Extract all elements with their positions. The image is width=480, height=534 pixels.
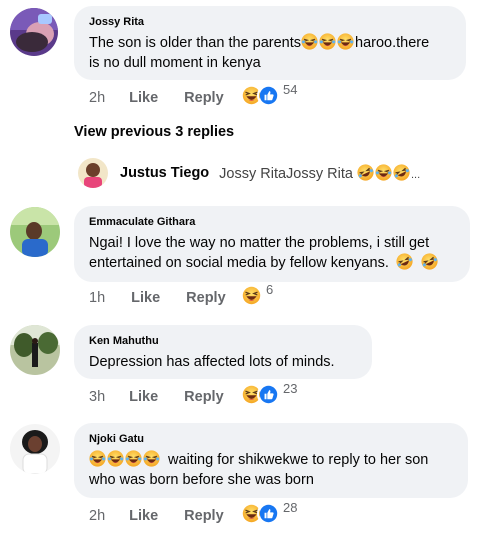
- laughing-emoji-icon: [337, 33, 354, 50]
- reply-button[interactable]: Reply: [184, 508, 224, 524]
- comment-bubble: Jossy Rita The son is older than the par…: [74, 6, 466, 80]
- like-button[interactable]: Like: [129, 90, 158, 106]
- like-button[interactable]: Like: [129, 389, 158, 405]
- reaction-count: 23: [283, 381, 298, 396]
- like-button[interactable]: Like: [129, 508, 158, 524]
- comment-text-line: who was born before she was born: [89, 472, 314, 488]
- reaction-count: 28: [283, 500, 298, 515]
- comment-text: Ngai! I love the way no matter the probl…: [89, 233, 456, 273]
- comment-text: waiting for shikwekwe to reply to her so…: [89, 450, 454, 490]
- like-button[interactable]: Like: [131, 290, 160, 306]
- laughing-emoji-icon: [89, 450, 106, 467]
- comment-text: Depression has affected lots of minds.: [89, 352, 358, 372]
- ellipsis: ...: [410, 169, 421, 181]
- comment-actions: 1h Like Reply: [89, 290, 226, 306]
- comment-actions: 2h Like Reply: [89, 508, 224, 524]
- reaction-count: 6: [266, 282, 274, 297]
- laughing-emoji-icon: [240, 284, 263, 307]
- comment-time[interactable]: 2h: [89, 508, 105, 524]
- reply-preview[interactable]: Justus Tiego Jossy RitaJossy Rita ...: [78, 158, 478, 188]
- comment-author[interactable]: Njoki Gatu: [89, 432, 454, 446]
- rolling-laughing-emoji-icon: [396, 253, 413, 270]
- comment-actions: 2h Like Reply: [89, 90, 224, 106]
- reaction-summary[interactable]: 6: [240, 282, 274, 307]
- avatar[interactable]: [10, 207, 60, 257]
- laughing-emoji-icon: [375, 164, 392, 181]
- comment-bubble: Njoki Gatu waiting for shikwekwe to repl…: [74, 423, 468, 498]
- comment-text-line: Depression has affected lots of minds.: [89, 354, 335, 370]
- comment-text-line: entertained on social media by fellow ke…: [89, 255, 389, 271]
- avatar[interactable]: [10, 325, 60, 375]
- thumbs-up-icon: [257, 383, 280, 406]
- reply-button[interactable]: Reply: [186, 290, 226, 306]
- rolling-laughing-emoji-icon: [421, 253, 438, 270]
- comment-text-line: The son is older than the parents: [89, 35, 301, 51]
- comment-time[interactable]: 2h: [89, 90, 105, 106]
- avatar[interactable]: [78, 158, 108, 188]
- laughing-emoji-icon: [301, 33, 318, 50]
- thumbs-up-icon: [257, 502, 280, 525]
- laughing-emoji-icon: [107, 450, 124, 467]
- reply-button[interactable]: Reply: [184, 90, 224, 106]
- laughing-emoji-icon: [143, 450, 160, 467]
- reply-text: Jossy RitaJossy Rita ...: [219, 164, 420, 182]
- reply-author[interactable]: Justus Tiego: [120, 165, 209, 181]
- comment-author[interactable]: Ken Mahuthu: [89, 334, 358, 348]
- reply-text-content: Jossy RitaJossy Rita: [219, 166, 353, 182]
- view-previous-replies[interactable]: View previous 3 replies: [74, 124, 234, 140]
- comment-text-line: waiting for shikwekwe to reply to her so…: [168, 452, 429, 468]
- comment-text: The son is older than the parents haroo.t…: [89, 33, 452, 73]
- comment-text-line: is no dull moment in kenya: [89, 55, 261, 71]
- comment-actions: 3h Like Reply: [89, 389, 224, 405]
- laughing-emoji-icon: [319, 33, 336, 50]
- comment-time[interactable]: 3h: [89, 389, 105, 405]
- reaction-summary[interactable]: 23: [240, 381, 298, 406]
- laughing-emoji-icon: [125, 450, 142, 467]
- reaction-summary[interactable]: 28: [240, 500, 298, 525]
- comment-bubble: Ken Mahuthu Depression has affected lots…: [74, 325, 372, 379]
- reaction-count: 54: [283, 82, 298, 97]
- reply-button[interactable]: Reply: [184, 389, 224, 405]
- comment-author[interactable]: Emmaculate Githara: [89, 215, 456, 229]
- rolling-laughing-emoji-icon: [393, 164, 410, 181]
- comment-text-line: Ngai! I love the way no matter the probl…: [89, 235, 430, 251]
- avatar[interactable]: [10, 424, 60, 474]
- comment-time[interactable]: 1h: [89, 290, 105, 306]
- avatar[interactable]: [10, 8, 58, 56]
- comment-text-line: haroo.there: [355, 35, 430, 51]
- rolling-laughing-emoji-icon: [357, 164, 374, 181]
- comment-bubble: Emmaculate Githara Ngai! I love the way …: [74, 206, 470, 282]
- comment-author[interactable]: Jossy Rita: [89, 15, 452, 29]
- reaction-summary[interactable]: 54: [240, 82, 298, 107]
- thumbs-up-icon: [257, 84, 280, 107]
